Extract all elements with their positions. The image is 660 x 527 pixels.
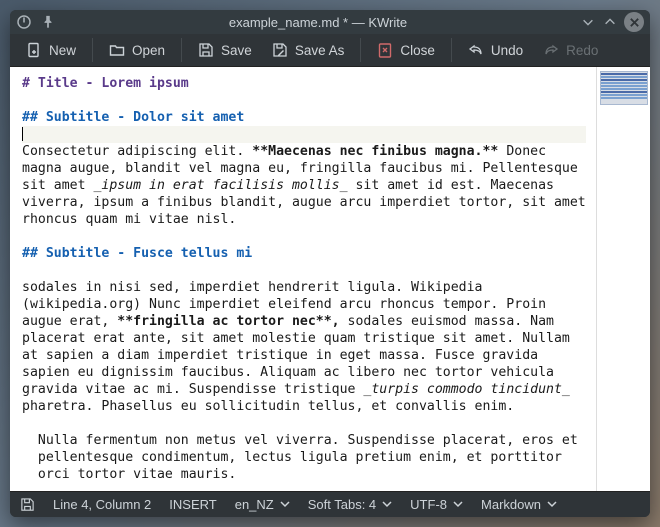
app-window: example_name.md * — KWrite New Open Save <box>10 10 650 517</box>
undo-icon <box>468 42 484 58</box>
toolbar: New Open Save Save As Close Undo Redo <box>10 34 650 67</box>
paragraph: Consectetur adipiscing elit. **Maecenas … <box>22 144 594 227</box>
save-as-icon <box>272 42 288 58</box>
minimap[interactable] <box>596 67 650 491</box>
cursor-position[interactable]: Line 4, Column 2 <box>53 497 151 512</box>
paragraph: sodales in nisi sed, imperdiet hendrerit… <box>22 280 578 414</box>
insert-mode[interactable]: INSERT <box>169 497 216 512</box>
window-title: example_name.md * — KWrite <box>56 15 580 30</box>
chevron-down-icon <box>547 499 557 509</box>
blockquote-line: Nulla fermentum non metus vel viverra. S… <box>22 432 586 449</box>
redo-icon <box>543 42 559 58</box>
save-label: Save <box>221 43 252 58</box>
save-status-icon[interactable] <box>20 497 35 512</box>
undo-label: Undo <box>491 43 523 58</box>
tabs-selector[interactable]: Soft Tabs: 4 <box>308 497 392 512</box>
close-doc-icon <box>377 42 393 58</box>
redo-label: Redo <box>566 43 598 58</box>
minimap-viewport[interactable] <box>600 71 648 105</box>
undo-button[interactable]: Undo <box>460 36 531 64</box>
new-button[interactable]: New <box>18 36 84 64</box>
editor-area: # Title - Lorem ipsum ## Subtitle - Dolo… <box>10 67 650 491</box>
statusbar: Line 4, Column 2 INSERT en_NZ Soft Tabs:… <box>10 491 650 517</box>
chevron-down-icon <box>280 499 290 509</box>
close-window-icon[interactable] <box>624 12 644 32</box>
current-line <box>22 126 586 143</box>
syntax-selector[interactable]: Markdown <box>481 497 557 512</box>
heading-2: ## Subtitle - Fusce tellus mi <box>22 246 252 261</box>
titlebar[interactable]: example_name.md * — KWrite <box>10 10 650 34</box>
heading-2: ## Subtitle - Dolor sit amet <box>22 110 244 125</box>
app-menu-icon[interactable] <box>16 14 32 30</box>
close-label: Close <box>400 43 435 58</box>
locale-selector[interactable]: en_NZ <box>235 497 290 512</box>
pin-icon[interactable] <box>40 14 56 30</box>
chevron-down-icon <box>453 499 463 509</box>
text-editor[interactable]: # Title - Lorem ipsum ## Subtitle - Dolo… <box>10 67 596 491</box>
save-button[interactable]: Save <box>190 36 260 64</box>
open-label: Open <box>132 43 165 58</box>
saveas-button[interactable]: Save As <box>264 36 353 64</box>
separator <box>451 38 452 62</box>
chevron-down-icon <box>382 499 392 509</box>
text-caret <box>22 127 23 141</box>
folder-open-icon <box>109 42 125 58</box>
close-button[interactable]: Close <box>369 36 443 64</box>
open-button[interactable]: Open <box>101 36 173 64</box>
encoding-selector[interactable]: UTF-8 <box>410 497 463 512</box>
separator <box>360 38 361 62</box>
new-label: New <box>49 43 76 58</box>
saveas-label: Save As <box>295 43 345 58</box>
separator <box>181 38 182 62</box>
blockquote-line: orci tortor vitae mauris. <box>22 466 586 483</box>
file-new-icon <box>26 42 42 58</box>
save-icon <box>198 42 214 58</box>
redo-button[interactable]: Redo <box>535 36 606 64</box>
blockquote-line: pellentesque condimentum, lectus ligula … <box>22 449 586 466</box>
heading-1: # Title - Lorem ipsum <box>22 76 189 91</box>
separator <box>92 38 93 62</box>
minimize-icon[interactable] <box>580 14 596 30</box>
maximize-icon[interactable] <box>602 14 618 30</box>
